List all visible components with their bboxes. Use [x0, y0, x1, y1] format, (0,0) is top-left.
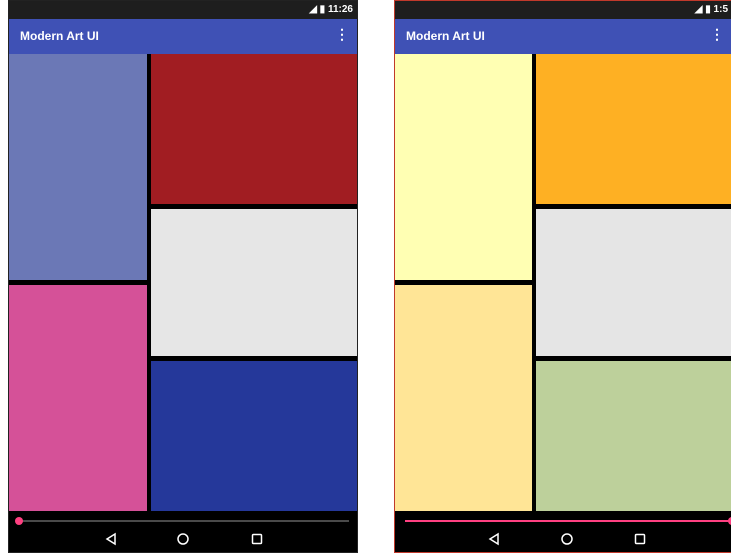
- navigation-bar: [395, 530, 731, 552]
- block-top-left: [395, 54, 532, 280]
- home-icon[interactable]: [555, 532, 579, 546]
- status-time: 11:26: [327, 4, 353, 15]
- right-phone-screen: ◢ ▮ 1:5 Modern Art UI ⋮: [394, 0, 731, 553]
- home-icon[interactable]: [171, 532, 195, 546]
- signal-icon: ◢: [694, 4, 703, 15]
- art-canvas: [9, 54, 357, 511]
- block-bottom-right: [536, 361, 731, 511]
- back-icon[interactable]: [482, 532, 506, 546]
- status-icons: ◢ ▮ 11:26: [309, 4, 353, 15]
- recents-icon[interactable]: [245, 532, 269, 546]
- app-title: Modern Art UI: [406, 29, 485, 43]
- block-middle-right: [151, 209, 357, 356]
- block-top-right: [151, 54, 357, 204]
- art-canvas: [395, 54, 731, 511]
- overflow-menu-icon[interactable]: ⋮: [335, 27, 349, 41]
- seek-thumb[interactable]: [15, 517, 23, 525]
- block-middle-right: [536, 209, 731, 356]
- seek-fill: [405, 520, 731, 522]
- seek-track[interactable]: [405, 517, 731, 525]
- status-time: 1:5: [713, 4, 728, 15]
- back-icon[interactable]: [99, 532, 123, 546]
- recents-icon[interactable]: [628, 532, 652, 546]
- app-bar: Modern Art UI ⋮: [395, 19, 731, 54]
- status-bar: ◢ ▮ 1:5: [395, 1, 731, 19]
- status-icons: ◢ ▮ 1:5: [695, 4, 728, 15]
- seek-track[interactable]: [15, 517, 349, 525]
- battery-icon: ▮: [705, 4, 711, 15]
- left-phone-screen: ◢ ▮ 11:26 Modern Art UI ⋮: [8, 0, 358, 553]
- app-title: Modern Art UI: [20, 29, 99, 43]
- overflow-menu-icon[interactable]: ⋮: [710, 27, 724, 41]
- block-bottom-right: [151, 361, 357, 511]
- app-bar: Modern Art UI ⋮: [9, 19, 357, 54]
- block-top-right: [536, 54, 731, 204]
- block-top-left: [9, 54, 147, 280]
- navigation-bar: [9, 530, 357, 552]
- block-bottom-left: [395, 285, 532, 511]
- status-bar: ◢ ▮ 11:26: [9, 1, 357, 19]
- seek-bar[interactable]: [395, 511, 731, 530]
- block-bottom-left: [9, 285, 147, 511]
- battery-icon: ▮: [319, 4, 326, 15]
- seek-bar[interactable]: [9, 511, 357, 530]
- signal-icon: ◢: [309, 4, 317, 15]
